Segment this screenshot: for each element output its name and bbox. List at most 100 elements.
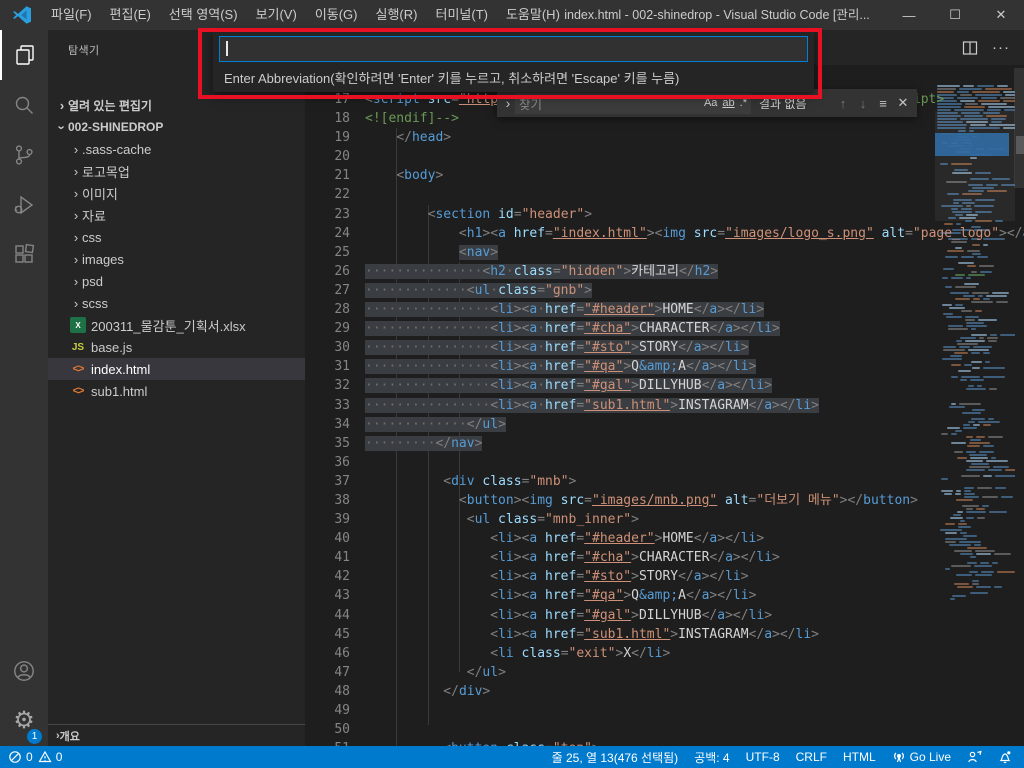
code-line[interactable]: 29 ················<li><a·href="#cha">CHA… bbox=[305, 319, 1024, 338]
tree-section-header[interactable]: › 열려 있는 편집기 bbox=[48, 94, 305, 116]
menu-item[interactable]: 선택 영역(S) bbox=[160, 0, 247, 30]
menu-item[interactable]: 편집(E) bbox=[101, 0, 160, 30]
regex-icon[interactable]: .* bbox=[740, 97, 747, 109]
language-mode[interactable]: HTML bbox=[843, 750, 876, 764]
toggle-replace-icon[interactable]: › bbox=[501, 95, 515, 111]
line-content: <h1><a href="index.html"><img src="image… bbox=[458, 225, 1024, 241]
code-line[interactable]: 22 bbox=[305, 185, 1024, 204]
tree-item[interactable]: › 이미지 bbox=[48, 182, 305, 204]
encoding[interactable]: UTF-8 bbox=[746, 750, 780, 764]
tree-item[interactable]: › css bbox=[48, 226, 305, 248]
broadcast-icon bbox=[893, 752, 904, 763]
split-editor-icon[interactable] bbox=[962, 40, 978, 56]
source-control-icon[interactable] bbox=[0, 130, 48, 180]
code-line[interactable]: 47 </ul> bbox=[305, 663, 1024, 682]
code-line[interactable]: 48 </div> bbox=[305, 682, 1024, 701]
tree-item[interactable]: › images bbox=[48, 248, 305, 270]
problems-errors[interactable]: 0 bbox=[8, 750, 33, 764]
menu-item[interactable]: 보기(V) bbox=[247, 0, 306, 30]
find-in-selection-icon[interactable]: ≡ bbox=[873, 96, 893, 111]
chevron-right-icon: › bbox=[73, 251, 79, 267]
match-case-icon[interactable]: Aa bbox=[704, 97, 717, 109]
line-content: <nav> bbox=[458, 244, 499, 260]
more-actions-icon[interactable]: ··· bbox=[992, 39, 1010, 56]
code-line[interactable]: 31 ················<li><a·href="#qa">Q&am… bbox=[305, 357, 1024, 376]
maximize-icon[interactable]: ☐ bbox=[932, 0, 978, 30]
next-match-icon[interactable]: ↓ bbox=[853, 96, 873, 111]
code-line[interactable]: 39 <ul class="mnb_inner"> bbox=[305, 510, 1024, 529]
abbreviation-input[interactable] bbox=[219, 36, 808, 62]
item-label: 200311_물감툰_기획서.xlsx bbox=[91, 318, 246, 334]
feedback-smiley[interactable] bbox=[967, 750, 982, 764]
code-line[interactable]: 37 <div class="mnb"> bbox=[305, 472, 1024, 491]
explorer-icon[interactable] bbox=[0, 30, 48, 80]
code-line[interactable]: 34 ·············</ul> bbox=[305, 415, 1024, 434]
find-input[interactable]: 찾기 Aa ab .* bbox=[515, 92, 751, 114]
code-line[interactable]: 20 bbox=[305, 147, 1024, 166]
run-debug-icon[interactable] bbox=[0, 180, 48, 230]
code-line[interactable]: 38 <button><img src="images/mnb.png" alt… bbox=[305, 491, 1024, 510]
code-line[interactable]: 45 <li><a href="sub1.html">INSTAGRAM</a>… bbox=[305, 625, 1024, 644]
code-line[interactable]: 33 ················<li><a·href="sub1.html… bbox=[305, 396, 1024, 415]
code-line[interactable]: 30 ················<li><a·href="#sto">STO… bbox=[305, 338, 1024, 357]
go-live-button[interactable]: Go Live bbox=[892, 750, 951, 764]
menu-item[interactable]: 파일(F) bbox=[42, 0, 101, 30]
cursor-position[interactable]: 줄 25, 열 13(476 선택됨) bbox=[552, 749, 679, 766]
tree-item[interactable]: <> sub1.html bbox=[48, 380, 305, 402]
problems-warnings[interactable]: 0 bbox=[38, 750, 62, 764]
code-line[interactable]: 25 <nav> bbox=[305, 243, 1024, 262]
tree-item[interactable]: › .sass-cache bbox=[48, 138, 305, 160]
item-label: 이미지 bbox=[82, 186, 118, 202]
code-line[interactable]: 19 </head> bbox=[305, 128, 1024, 147]
search-icon[interactable] bbox=[0, 80, 48, 130]
code-line[interactable]: 41 <li><a href="#cha">CHARACTER</a></li> bbox=[305, 548, 1024, 567]
item-label: 열려 있는 편집기 bbox=[68, 98, 152, 113]
menu-item[interactable]: 이동(G) bbox=[306, 0, 367, 30]
code-line[interactable]: 46 <li class="exit">X</li> bbox=[305, 644, 1024, 663]
prev-match-icon[interactable]: ↑ bbox=[833, 96, 853, 111]
title-bar: 파일(F) 편집(E) 선택 영역(S) 보기(V) 이동(G) 실행(R) 터미널(T) 도… bbox=[0, 0, 1024, 30]
code-line[interactable]: 49 bbox=[305, 701, 1024, 720]
code-line[interactable]: 21 <body> bbox=[305, 166, 1024, 185]
tree-item[interactable]: › 로고목업 bbox=[48, 160, 305, 182]
code-line[interactable]: 42 <li><a href="#sto">STORY</a></li> bbox=[305, 567, 1024, 586]
menu-item[interactable]: 터미널(T) bbox=[426, 0, 496, 30]
settings-gear-icon[interactable]: ⚙ 1 bbox=[0, 696, 48, 746]
indentation[interactable]: 공백: 4 bbox=[694, 749, 729, 766]
code-line[interactable]: 44 <li><a href="#gal">DILLYHUB</a></li> bbox=[305, 606, 1024, 625]
line-number: 17 bbox=[334, 92, 350, 107]
tree-item[interactable]: JS base.js bbox=[48, 336, 305, 358]
code-line[interactable]: 32 ················<li><a·href="#gal">DIL… bbox=[305, 376, 1024, 395]
tree-section-header[interactable]: › 002-SHINEDROP bbox=[48, 116, 305, 138]
account-icon[interactable] bbox=[0, 646, 48, 696]
find-results-count: 결과 없음 bbox=[759, 96, 807, 111]
code-line[interactable]: 40 <li><a href="#header">HOME</a></li> bbox=[305, 529, 1024, 548]
code-line[interactable]: 23 <section id="header"> bbox=[305, 205, 1024, 224]
close-icon[interactable]: ✕ bbox=[978, 0, 1024, 30]
code-line[interactable]: 27 ·············<ul·class="gnb"> bbox=[305, 281, 1024, 300]
close-icon[interactable]: ✕ bbox=[893, 95, 913, 111]
eol-sequence[interactable]: CRLF bbox=[796, 750, 827, 764]
code-editor[interactable]: 17<script src="https://oss.maxcdn.com/li… bbox=[305, 90, 1024, 746]
code-line[interactable]: 51 <button class="top"> bbox=[305, 739, 1024, 746]
code-line[interactable]: 50 bbox=[305, 720, 1024, 739]
notifications-bell[interactable] bbox=[998, 750, 1012, 764]
item-label: 002-SHINEDROP bbox=[68, 120, 164, 134]
code-line[interactable]: 43 <li><a href="#qa">Q&amp;A</a></li> bbox=[305, 586, 1024, 605]
minimize-icon[interactable]: — bbox=[886, 0, 932, 30]
outline-section[interactable]: › 개요 bbox=[48, 724, 305, 746]
tree-item[interactable]: › psd bbox=[48, 270, 305, 292]
tree-item[interactable]: › 자료 bbox=[48, 204, 305, 226]
code-line[interactable]: 28 ················<li><a·href="#header">… bbox=[305, 300, 1024, 319]
code-line[interactable]: 24 <h1><a href="index.html"><img src="im… bbox=[305, 224, 1024, 243]
tree-item[interactable]: <> index.html bbox=[48, 358, 305, 380]
whole-word-icon[interactable]: ab bbox=[722, 97, 734, 109]
menu-item[interactable]: 실행(R) bbox=[367, 0, 427, 30]
code-line[interactable]: 26 ···············<h2·class="hidden">카테고리… bbox=[305, 262, 1024, 281]
extensions-icon[interactable] bbox=[0, 230, 48, 280]
code-line[interactable]: 36 bbox=[305, 453, 1024, 472]
line-number: 28 bbox=[334, 302, 350, 318]
tree-item[interactable]: X 200311_물감툰_기획서.xlsx bbox=[48, 314, 305, 336]
code-line[interactable]: 35 ·········</nav> bbox=[305, 434, 1024, 453]
tree-item[interactable]: › scss bbox=[48, 292, 305, 314]
